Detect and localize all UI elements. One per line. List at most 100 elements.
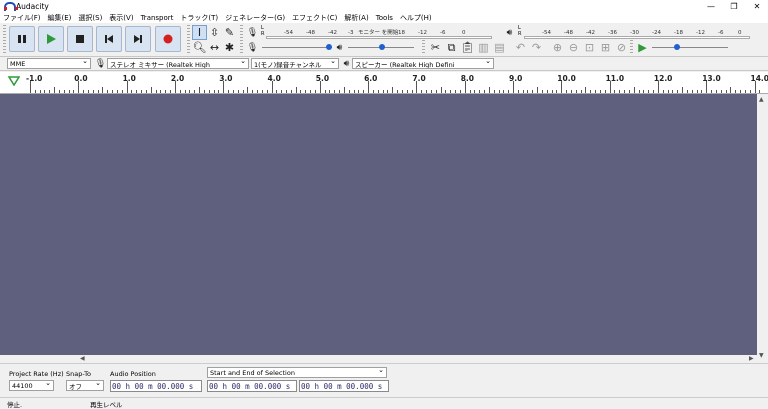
scroll-down-icon[interactable]: ▼: [759, 352, 764, 359]
undo-icon[interactable]: ↶: [513, 40, 528, 55]
project-rate-select[interactable]: 44100: [9, 380, 54, 391]
play-speed-slider[interactable]: [652, 47, 728, 48]
fit-selection-icon[interactable]: ⊡: [582, 40, 597, 55]
recording-device-select[interactable]: ステレオ ミキサー (Realtek High: [107, 58, 249, 69]
title-bar: Audacity — ❐ ✕: [0, 0, 768, 12]
ruler-tick: [78, 81, 80, 93]
timeline-ruler[interactable]: -1.0 0.0 1.0 2.0 3.0 4.0 5.0 6.0 7.0 8.0 9.0 10.0 11…: [0, 72, 768, 94]
toolbar-grip[interactable]: [3, 25, 6, 55]
minimize-button[interactable]: —: [700, 0, 722, 12]
menu-transport[interactable]: Transport: [141, 14, 174, 22]
trim-icon[interactable]: ▥: [476, 40, 491, 55]
close-button[interactable]: ✕: [746, 0, 768, 12]
ruler-tick: [754, 81, 756, 93]
menu-help[interactable]: ヘルプ(H): [400, 13, 432, 23]
scroll-right-icon[interactable]: ▶: [749, 355, 754, 362]
ruler-tick: [141, 90, 143, 93]
menu-edit[interactable]: 編集(E): [48, 13, 72, 23]
audio-position-field[interactable]: 00 h 00 m 00.000 s: [110, 380, 202, 392]
envelope-tool-icon[interactable]: ⇳: [207, 25, 222, 40]
ruler-tick: [609, 81, 611, 93]
skip-end-icon: [134, 35, 142, 43]
menu-effect[interactable]: エフェクト(C): [292, 13, 337, 23]
play-button[interactable]: [38, 26, 64, 52]
record-button[interactable]: [155, 26, 181, 52]
pause-button[interactable]: [9, 26, 35, 52]
cut-icon[interactable]: ✂: [428, 40, 443, 55]
play-at-speed-icon[interactable]: ▶: [635, 40, 650, 55]
zoom-out-icon[interactable]: ⊖: [566, 40, 581, 55]
menu-file[interactable]: ファイル(F): [3, 13, 41, 23]
ruler-tick: [247, 87, 249, 93]
selection-start-field[interactable]: 00 h 00 m 00.000 s: [207, 380, 297, 392]
record-meter-scale[interactable]: -54 -48 -42 -3 モニター を開始 -18 -12 -6 0: [266, 26, 494, 36]
zoom-tool-icon[interactable]: 🔍︎: [192, 40, 207, 55]
ruler-tick: [677, 90, 679, 93]
menu-analyze[interactable]: 解析(A): [344, 13, 368, 23]
skip-to-start-button[interactable]: [96, 26, 122, 52]
selection-end-field[interactable]: 00 h 00 m 00.000 s: [299, 380, 389, 392]
vertical-scrollbar[interactable]: ▲ ▼: [757, 94, 768, 362]
playback-device-select[interactable]: スピーカー (Realtek High Defini: [352, 58, 494, 69]
ruler-tick: [706, 81, 708, 93]
draw-tool-icon[interactable]: ✎: [222, 25, 237, 40]
ruler-tick: [667, 90, 669, 93]
maximize-button[interactable]: ❐: [723, 0, 745, 12]
ruler-label: 5.0: [315, 74, 330, 83]
toolbar-grip[interactable]: [422, 40, 425, 54]
ruler-tick: [174, 81, 176, 93]
playback-volume-knob[interactable]: [379, 44, 385, 50]
copy-icon[interactable]: ⧉: [444, 40, 459, 55]
recording-volume-slider[interactable]: [262, 47, 332, 48]
pin-head-icon[interactable]: [8, 76, 20, 86]
ruler-tick: [68, 90, 70, 93]
ruler-tick: [450, 90, 452, 93]
selection-tool-icon[interactable]: I: [192, 25, 207, 40]
ruler-tick: [121, 90, 123, 93]
menu-tracks[interactable]: トラック(T): [180, 13, 218, 23]
toolbar-grip[interactable]: [187, 25, 190, 55]
toolbar-area: I ⇳ ✎ 🔍︎ ↔ ✱ 🎙︎ L R -54 -48 -42 -3 モニター …: [0, 23, 768, 57]
recording-channels-select[interactable]: 1(モノ)録音チャンネル: [251, 58, 339, 69]
monitor-start-hint[interactable]: モニター を開始: [358, 28, 398, 36]
playback-level-status: 再生レベル: [90, 400, 123, 409]
silence-icon[interactable]: ▤: [492, 40, 507, 55]
toolbar-grip[interactable]: [630, 40, 633, 54]
ruler-tick: [232, 90, 234, 93]
redo-icon[interactable]: ↷: [529, 40, 544, 55]
microphone-icon[interactable]: 🎙︎: [245, 25, 260, 40]
timeshift-tool-icon[interactable]: ↔: [207, 40, 222, 55]
zoom-in-icon[interactable]: ⊕: [550, 40, 565, 55]
ruler-tick: [614, 90, 616, 93]
paste-icon[interactable]: 📋︎: [460, 40, 475, 55]
ruler-tick: [319, 81, 321, 93]
menu-generate[interactable]: ジェネレーター(G): [225, 13, 285, 23]
menu-select[interactable]: 選択(S): [78, 13, 102, 23]
selection-mode-select[interactable]: Start and End of Selection: [207, 367, 387, 378]
track-panel[interactable]: [0, 94, 757, 355]
ruler-tick: [416, 81, 418, 93]
horizontal-scrollbar[interactable]: ◀ ▶: [0, 355, 757, 363]
stop-button[interactable]: [67, 26, 93, 52]
audio-host-select[interactable]: MME: [7, 58, 91, 69]
ruler-tick: [604, 90, 606, 93]
scroll-up-icon[interactable]: ▲: [759, 96, 764, 103]
zoom-toggle-icon[interactable]: ⊘: [614, 40, 629, 55]
ruler-tick: [136, 90, 138, 93]
ruler-tick: [363, 90, 365, 93]
menu-view[interactable]: 表示(V): [109, 13, 133, 23]
ruler-tick: [30, 81, 31, 93]
ruler-tick: [145, 90, 147, 93]
recording-volume-icon: 🎙︎: [246, 42, 259, 53]
speaker-icon[interactable]: 🔊︎: [502, 25, 517, 40]
menu-tools[interactable]: Tools: [376, 14, 393, 22]
play-meter-scale[interactable]: -54 -48 -42 -36 -30 -24 -18 -12 -6 0: [524, 26, 752, 36]
fit-project-icon[interactable]: ⊞: [598, 40, 613, 55]
snap-to-select[interactable]: オフ: [66, 380, 104, 391]
ruler-tick: [740, 90, 741, 93]
toolbar-grip[interactable]: [240, 25, 243, 55]
scroll-left-icon[interactable]: ◀: [80, 355, 85, 362]
skip-to-end-button[interactable]: [125, 26, 151, 52]
multi-tool-icon[interactable]: ✱: [222, 40, 237, 55]
play-speed-knob[interactable]: [674, 44, 680, 50]
